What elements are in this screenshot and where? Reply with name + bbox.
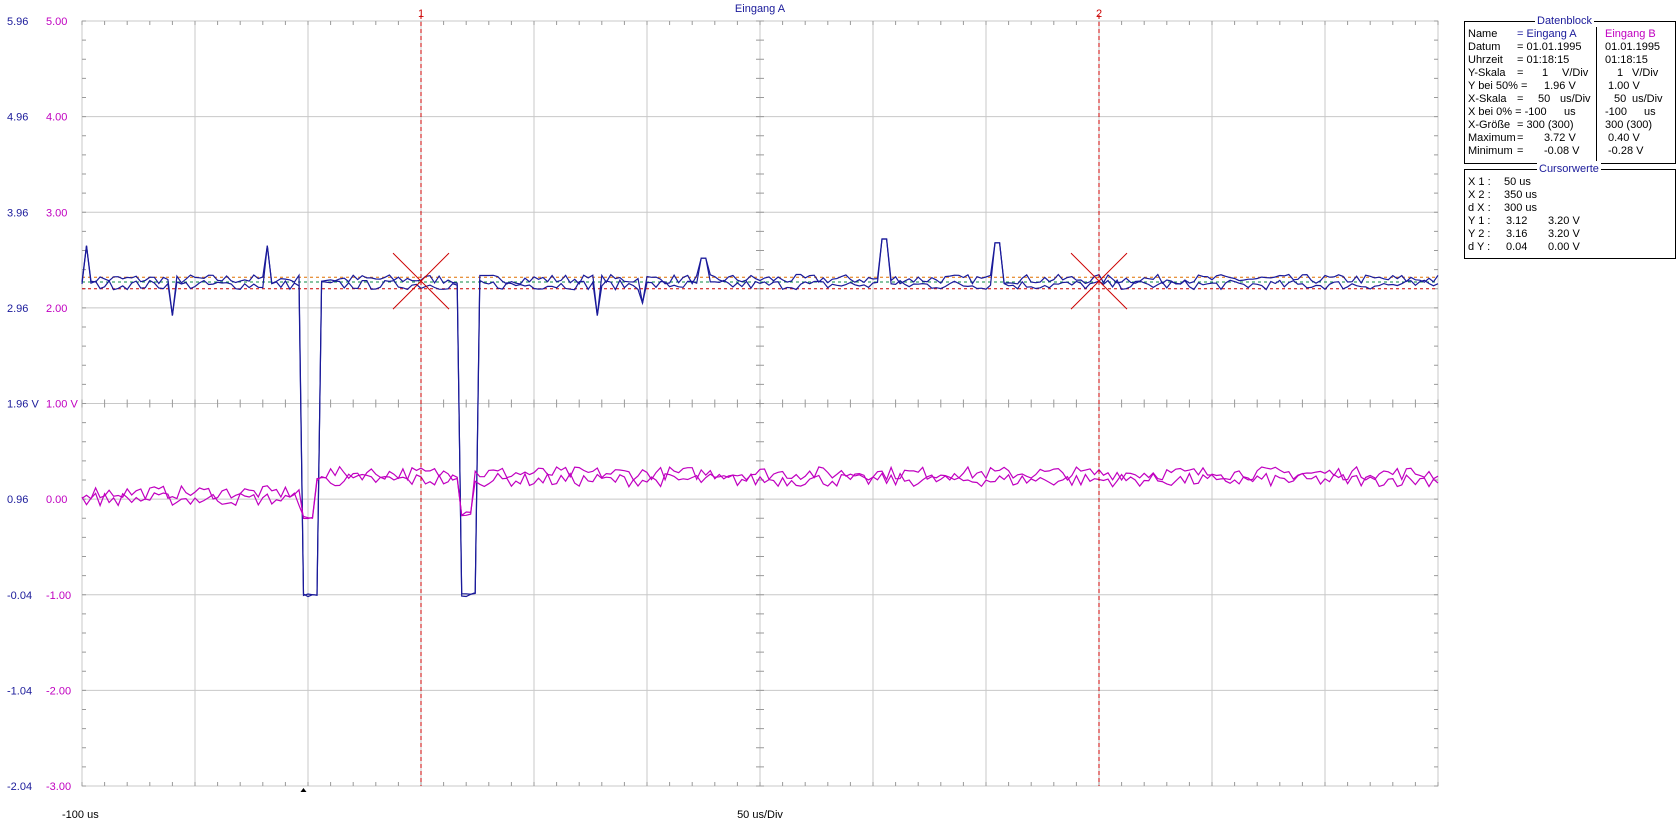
datenblock-cell: -0.28 V (1608, 145, 1644, 157)
right-axis-tick-label: -1.00 (46, 590, 71, 602)
cursorwerte-cell: 3.20 V (1548, 215, 1580, 227)
left-axis-tick-label: 1.96 V (7, 399, 39, 411)
datenblock-separator (1596, 27, 1597, 161)
cursorwerte-cell: d Y : (1468, 241, 1491, 253)
cursorwerte-cell: X 2 : (1468, 189, 1491, 201)
cursorwerte-cell: X 1 : (1468, 176, 1491, 188)
datenblock-cell: = 01:18:15 (1517, 54, 1570, 66)
cursorwerte-cell: 3.12 (1506, 215, 1528, 227)
datenblock-cell: us (1564, 106, 1576, 118)
right-axis-tick-label: 2.00 (46, 303, 67, 315)
right-axis-tick-label: -2.00 (46, 685, 71, 697)
left-axis-tick-label: -1.04 (7, 685, 32, 697)
axis-labels: 5.96 4.96 3.96 2.96 1.96 V 0.96 -0.04 -1.04 -2.0… (7, 3, 786, 821)
cursorwerte-panel: Cursorwerte X 1 : 50 us X 2 : 350 us d X : 30… (1464, 162, 1676, 259)
datenblock-cell: V/Div (1562, 67, 1589, 79)
datenblock-cell: Y bei 50% = (1468, 80, 1528, 92)
cursor-2-label: 2 (1096, 8, 1102, 20)
datenblock-cell: 0.40 V (1608, 132, 1640, 144)
datenblock-cell: us/Div (1560, 93, 1591, 105)
datenblock-cell: us (1644, 106, 1656, 118)
cursor-1-label: 1 (418, 8, 424, 20)
cursorwerte-cell: 300 us (1504, 202, 1538, 214)
datenblock-cell: = Eingang A (1517, 28, 1577, 40)
datenblock-cell: X bei 0% = -100 (1468, 106, 1547, 118)
cursorwerte-cell: 350 us (1504, 189, 1538, 201)
right-axis-tick-label: 1.00 V (46, 399, 78, 411)
datenblock-cell: X-Skala (1468, 93, 1507, 105)
datenblock-cell: Datum (1468, 41, 1501, 53)
cursorwerte-cell: 3.20 V (1548, 228, 1580, 240)
chart-title: Eingang A (735, 3, 786, 15)
datenblock-cell: 3.72 V (1544, 132, 1576, 144)
datenblock-panel: Datenblock Name = Eingang A Eingang B Datum… (1464, 14, 1676, 164)
left-axis-tick-label: -0.04 (7, 590, 32, 602)
plot-grid (81, 20, 1439, 787)
datenblock-cell: 1.00 V (1608, 80, 1640, 92)
cursorwerte-cell: Y 2 : (1468, 228, 1491, 240)
datenblock-cell: = (1517, 132, 1524, 144)
datenblock-cell: Name (1468, 28, 1498, 40)
right-axis-tick-label: 0.00 (46, 494, 67, 506)
x-start-label: -100 us (62, 809, 99, 821)
datenblock-cell: Minimum (1468, 145, 1513, 157)
datenblock-cell: 1 (1542, 67, 1549, 79)
datenblock-cell: = (1517, 93, 1524, 105)
datenblock-title: Datenblock (1535, 14, 1595, 28)
datenblock-cell: us/Div (1632, 93, 1663, 105)
cursorwerte-title: Cursorwerte (1537, 162, 1601, 176)
right-axis-tick-label: 3.00 (46, 207, 67, 219)
datenblock-cell: Maximum (1468, 132, 1516, 144)
datenblock-cell: Uhrzeit (1468, 54, 1503, 66)
right-axis-tick-label: 4.00 (46, 112, 67, 124)
cursorwerte-cell: d X : (1468, 202, 1491, 214)
datenblock-cell: 300 (300) (1605, 119, 1653, 131)
datenblock-cell: = 300 (300) (1517, 119, 1574, 131)
cursorwerte-cell: Y 1 : (1468, 215, 1491, 227)
right-axis-tick-label: 5.00 (46, 16, 67, 28)
datenblock-cell: 1.96 V (1544, 80, 1576, 92)
left-axis-tick-label: 5.96 (7, 16, 28, 28)
right-axis-tick-label: -3.00 (46, 781, 71, 793)
left-axis-tick-label: 0.96 (7, 494, 28, 506)
left-axis-tick-label: -2.04 (7, 781, 32, 793)
datenblock-cell: Eingang B (1605, 28, 1656, 40)
datenblock-cell: V/Div (1632, 67, 1659, 79)
left-axis-tick-label: 4.96 (7, 112, 28, 124)
cursorwerte-cell: 50 us (1504, 176, 1531, 188)
datenblock-cell: X-Größe (1468, 119, 1511, 131)
left-axis-tick-label: 2.96 (7, 303, 28, 315)
trigger-marker (300, 788, 307, 792)
datenblock-cell: 50 (1538, 93, 1551, 105)
cursorwerte-cell: 3.16 (1506, 228, 1528, 240)
cursorwerte-cell: 0.00 V (1548, 241, 1580, 253)
x-div-label: 50 us/Div (737, 809, 783, 821)
datenblock-cell: = (1517, 67, 1524, 79)
cursorwerte-cell: 0.04 (1506, 241, 1528, 253)
datenblock-cell: 1 (1617, 67, 1624, 79)
datenblock-cell: 50 (1614, 93, 1627, 105)
datenblock-cell: -100 (1605, 106, 1628, 118)
oscilloscope-plot[interactable]: 1 2 5.96 4.96 3.96 2.96 1.96 V 0.96 -0.04 -1.04 -… (0, 0, 1440, 824)
datenblock-cell: Y-Skala (1468, 67, 1506, 79)
datenblock-cell: 01.01.1995 (1605, 41, 1661, 53)
datenblock-cell: = 01.01.1995 (1517, 41, 1582, 53)
datenblock-cell: 01:18:15 (1605, 54, 1648, 66)
datenblock-cell: = (1517, 145, 1524, 157)
datenblock-cell: -0.08 V (1544, 145, 1580, 157)
left-axis-tick-label: 3.96 (7, 207, 28, 219)
